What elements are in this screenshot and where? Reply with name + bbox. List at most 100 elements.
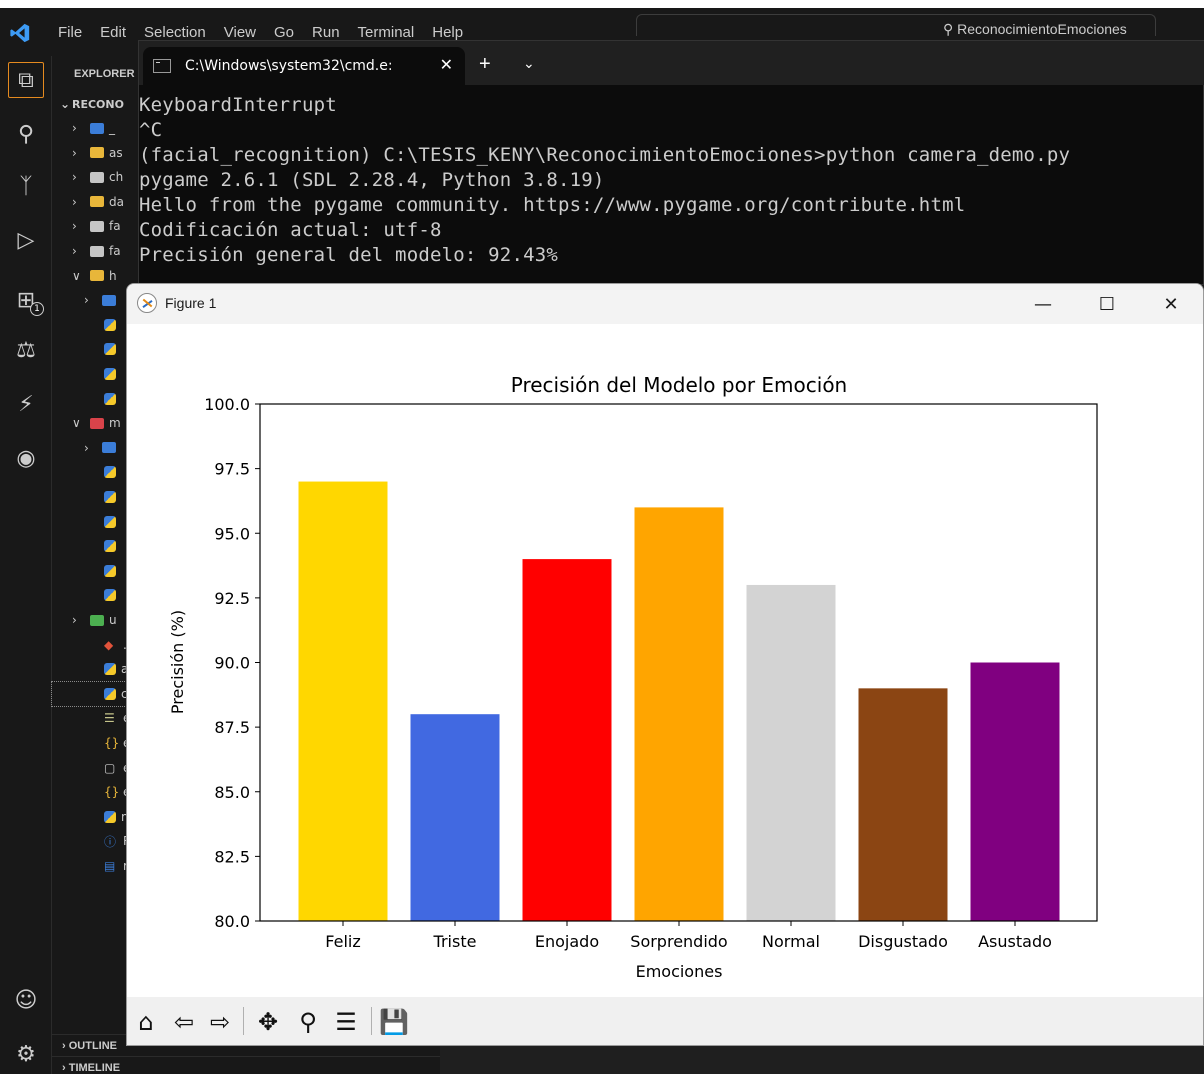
tree-item-label: u — [109, 613, 117, 627]
close-tab-icon[interactable]: ✕ — [440, 55, 453, 75]
text-file-icon: ☰ — [104, 711, 115, 726]
command-center-search[interactable]: ⚲ ReconocimientoEmociones — [636, 14, 1156, 36]
chevron-down-icon[interactable]: ⌄ — [523, 55, 535, 72]
python-file-icon — [104, 318, 116, 331]
python-file-icon — [104, 515, 116, 528]
new-tab-plus-icon[interactable]: + — [479, 53, 491, 76]
settings-gear-icon[interactable]: ⚙ — [8, 1036, 44, 1072]
account-icon[interactable]: ☺ — [8, 982, 44, 1018]
cmd-line: Codificación actual: utf-8 — [139, 219, 442, 241]
chevron-right-icon: › — [72, 170, 77, 185]
chevron-right-icon: › — [84, 293, 89, 308]
python-file-icon — [104, 368, 116, 380]
tree-item-label: h — [109, 268, 117, 283]
menu-file[interactable]: File — [58, 24, 82, 41]
desktop: File Edit Selection View Go Run Terminal… — [0, 0, 1204, 1074]
x-tick-label: Sorprendido — [630, 932, 727, 951]
python-file-icon — [104, 392, 116, 405]
bar-chart: Precisión del Modelo por Emoción Precisi… — [168, 373, 1098, 981]
y-tick-label: 80.0 — [214, 912, 250, 931]
cmd-line: ^C — [139, 119, 163, 141]
configure-subplots-icon[interactable]: ☰ — [331, 1007, 361, 1037]
git-file-icon: ◆ — [104, 637, 114, 652]
timeline-panel[interactable]: › TIMELINE — [52, 1056, 440, 1074]
folder-icon — [90, 147, 104, 159]
cmd-tab-title: C:\Windows\system32\cmd.e: — [185, 58, 393, 74]
forward-arrow-icon[interactable]: ⇨ — [205, 1007, 235, 1037]
cmd-line: pygame 2.6.1 (SDL 2.28.4, Python 3.8.19) — [139, 169, 605, 191]
python-file-icon — [104, 491, 116, 503]
chevron-right-icon: › — [72, 219, 77, 234]
menu-terminal[interactable]: Terminal — [358, 24, 415, 41]
tree-item-label: _ — [109, 121, 115, 135]
y-tick-label: 95.0 — [214, 524, 250, 543]
extensions-icon[interactable]: ⊞ 1 — [8, 282, 44, 318]
root-folder-label: RECONO — [72, 97, 124, 111]
folder-icon — [90, 122, 104, 134]
explorer-header: EXPLORER — [74, 68, 135, 80]
extensions-badge: 1 — [30, 302, 44, 316]
menu-help[interactable]: Help — [432, 24, 463, 41]
toolbar-divider — [243, 1007, 244, 1035]
bar-sorprendido — [634, 507, 724, 921]
folder-icon — [90, 614, 104, 626]
python-file-icon — [104, 540, 116, 553]
explorer-icon[interactable]: ⧉ — [8, 62, 44, 98]
bars-group — [298, 481, 1060, 921]
minimize-icon[interactable]: — — [1023, 290, 1063, 318]
cmd-tab[interactable]: C:\Windows\system32\cmd.e: ✕ — [143, 47, 465, 85]
menu-edit[interactable]: Edit — [100, 24, 126, 41]
menu-view[interactable]: View — [224, 24, 256, 41]
x-axis: Feliz Triste Enojado Sorprendido Normal Disgu… — [325, 921, 1052, 951]
close-icon[interactable]: ✕ — [1151, 290, 1191, 318]
python-file-icon — [104, 564, 116, 577]
folder-icon — [90, 417, 104, 429]
python-file-icon — [104, 810, 116, 823]
y-tick-label: 90.0 — [214, 654, 250, 673]
github-icon[interactable]: ◉ — [8, 440, 44, 476]
cmd-line: (facial_recognition) C:\TESIS_KENY\Recon… — [139, 144, 1071, 166]
x-axis-label: Emociones — [636, 962, 723, 981]
pan-move-icon[interactable]: ✥ — [253, 1007, 283, 1037]
x-tick-label: Triste — [433, 932, 477, 951]
chevron-right-icon: › — [72, 244, 77, 258]
menu-selection[interactable]: Selection — [144, 24, 206, 41]
tree-item-label: fa — [109, 244, 121, 258]
menu-run[interactable]: Run — [312, 24, 340, 41]
zoom-magnifier-icon[interactable]: ⚲ — [293, 1007, 323, 1037]
chevron-down-icon: ∨ — [72, 416, 81, 431]
info-file-icon: ⓘ — [104, 834, 117, 849]
chevron-right-icon: › — [72, 145, 77, 160]
chevron-right-icon: › — [72, 194, 77, 209]
tree-item-label: fa — [109, 219, 121, 234]
search-view-icon[interactable]: ⚲ — [8, 116, 44, 152]
file-file-icon: ▢ — [104, 760, 116, 775]
folder-icon — [90, 171, 104, 183]
cmd-window: C:\Windows\system32\cmd.e: ✕ + ⌄ Keyboar… — [138, 40, 1204, 285]
maximize-icon[interactable]: ☐ — [1087, 290, 1127, 318]
python-file-icon — [104, 663, 116, 676]
run-debug-icon[interactable]: ▷ — [8, 222, 44, 258]
y-tick-label: 85.0 — [214, 783, 250, 802]
python-file-icon — [104, 687, 116, 700]
chevron-down-icon: ∨ — [72, 268, 81, 283]
home-icon[interactable]: ⌂ — [131, 1007, 161, 1037]
folder-icon — [102, 294, 116, 306]
folder-icon — [90, 270, 104, 282]
terminal-icon — [153, 59, 171, 73]
folder-icon — [90, 196, 104, 208]
lightning-icon[interactable]: ⚡ — [8, 386, 44, 422]
menu-go[interactable]: Go — [274, 24, 294, 41]
source-control-icon[interactable]: ᛉ — [8, 168, 44, 204]
folder-icon — [90, 245, 104, 257]
save-disk-icon[interactable]: 💾 — [379, 1007, 409, 1037]
cmd-output: KeyboardInterrupt ^C (facial_recognition… — [139, 93, 1204, 268]
testing-flask-icon[interactable]: ⚖ — [8, 332, 44, 368]
y-axis-label: Precisión (%) — [168, 610, 187, 714]
chart-title: Precisión del Modelo por Emoción — [511, 373, 847, 397]
search-text: ReconocimientoEmociones — [957, 21, 1127, 36]
chevron-down-icon: ⌄ — [60, 97, 71, 111]
back-arrow-icon[interactable]: ⇦ — [169, 1007, 199, 1037]
figure-toolbar: ⌂ ⇦ ⇨ ✥ ⚲ ☰ 💾 — [127, 997, 1203, 1045]
cmd-line: Precisión general del modelo: 92.43% — [139, 244, 559, 266]
